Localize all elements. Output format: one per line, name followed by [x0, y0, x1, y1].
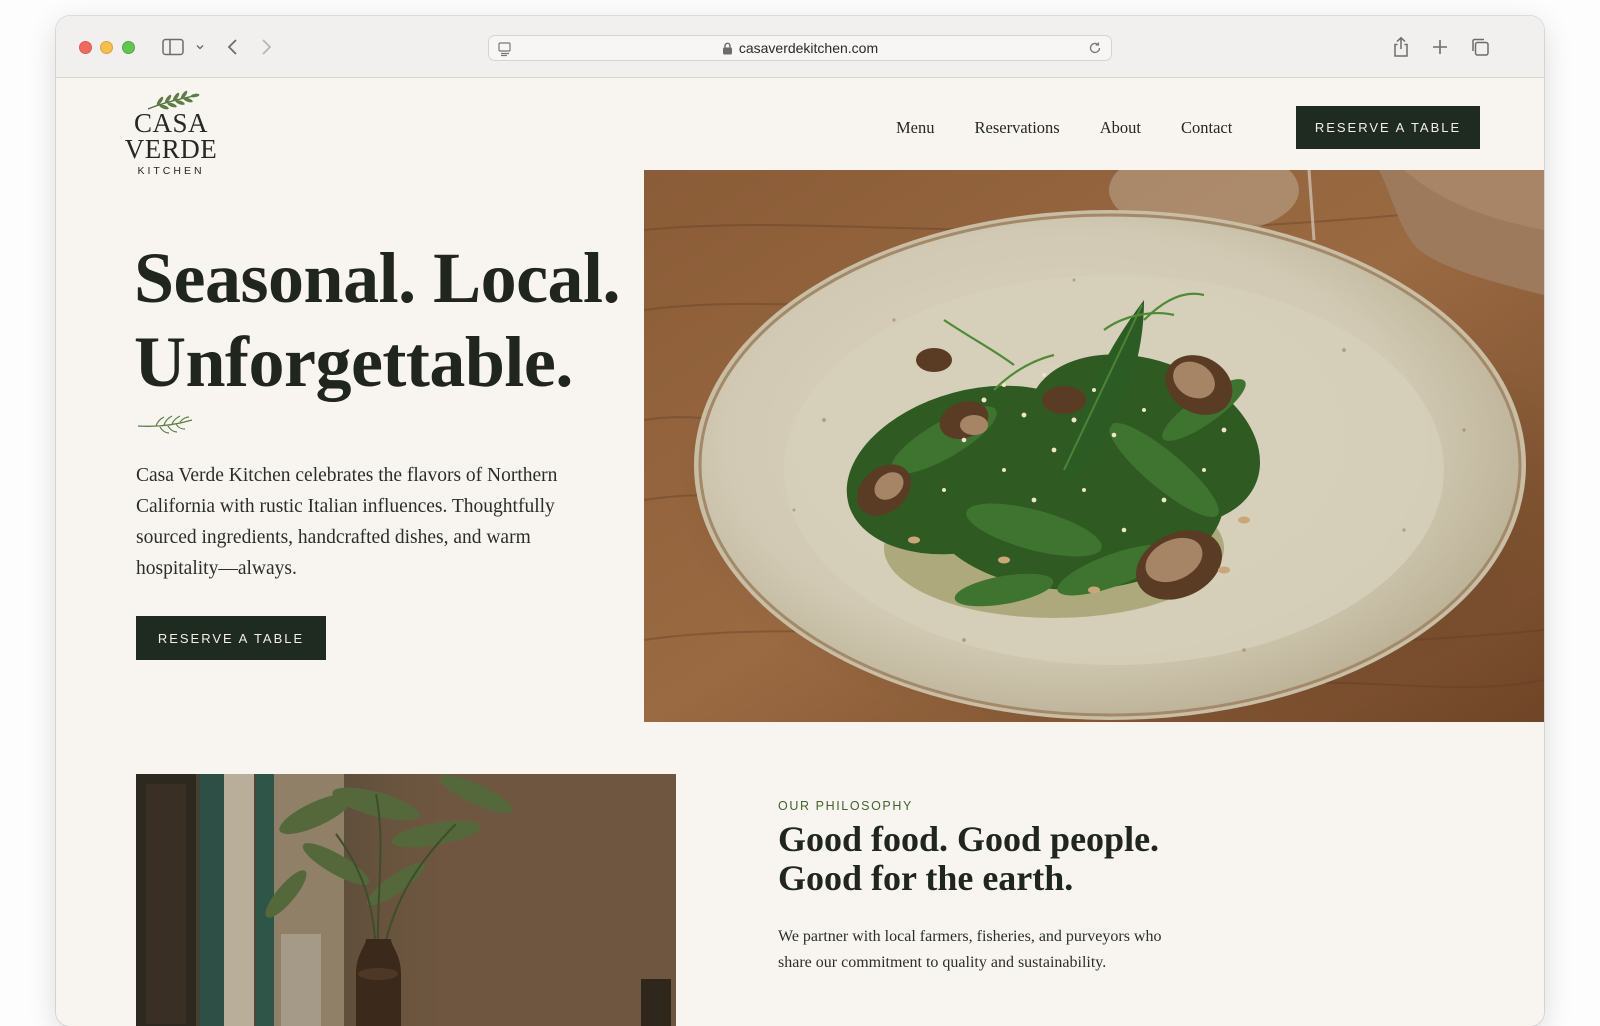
- chevron-down-icon[interactable]: [195, 36, 205, 58]
- hero-description: Casa Verde Kitchen celebrates the flavor…: [136, 465, 558, 579]
- hero-reserve-button[interactable]: RESERVE A TABLE: [136, 616, 326, 660]
- brand-logo[interactable]: CASA VERDE KITCHEN: [96, 90, 246, 177]
- share-icon[interactable]: [1392, 36, 1410, 58]
- brand-subtitle: KITCHEN: [137, 165, 205, 177]
- nav-link-menu[interactable]: Menu: [896, 118, 935, 138]
- address-bar[interactable]: casaverdekitchen.com: [488, 35, 1112, 61]
- hero-title-line-1: Seasonal. Local.: [134, 238, 621, 318]
- brand-name: CASA VERDE: [124, 108, 218, 164]
- philosophy-title-line-1: Good food. Good people.: [778, 819, 1160, 859]
- nav-link-about[interactable]: About: [1100, 118, 1141, 138]
- nav-reserve-button[interactable]: RESERVE A TABLE: [1296, 106, 1480, 149]
- interior-photo: [136, 774, 676, 1026]
- zoom-window-button[interactable]: [122, 41, 135, 54]
- nav-link-reservations[interactable]: Reservations: [975, 118, 1060, 138]
- reload-icon[interactable]: [1087, 40, 1103, 61]
- browser-toolbar: casaverdekitchen.com: [56, 16, 1544, 78]
- browser-window: casaverdekitchen.com CASA VERDE KITCHEN …: [56, 16, 1544, 1026]
- philosophy-title-line-2: Good for the earth.: [778, 858, 1074, 898]
- philosophy-description: We partner with local farmers, fisheries…: [778, 928, 1162, 971]
- tabs-overview-icon[interactable]: [1470, 36, 1490, 58]
- lock-icon: [722, 42, 733, 55]
- close-window-button[interactable]: [79, 41, 92, 54]
- forward-icon[interactable]: [259, 36, 273, 58]
- web-page: CASA VERDE KITCHEN Menu Reservations Abo…: [56, 78, 1544, 1026]
- minimize-window-button[interactable]: [100, 41, 113, 54]
- hero-title: Seasonal. Local. Unforgettable.: [134, 236, 654, 404]
- philosophy-title: Good food. Good people. Good for the ear…: [778, 820, 1298, 898]
- new-tab-icon[interactable]: [1431, 36, 1449, 58]
- sidebar-icon[interactable]: [162, 36, 184, 58]
- url-text: casaverdekitchen.com: [738, 40, 879, 56]
- philosophy-eyebrow: OUR PHILOSOPHY: [778, 799, 913, 813]
- hero-dish-photo: [644, 170, 1544, 722]
- nav-link-contact[interactable]: Contact: [1181, 118, 1232, 138]
- hero-title-line-2: Unforgettable.: [134, 322, 573, 402]
- page-icon[interactable]: [497, 41, 513, 62]
- olive-branch-divider-icon: [137, 415, 193, 434]
- main-nav: Menu Reservations About Contact: [896, 118, 1272, 138]
- back-icon[interactable]: [226, 36, 240, 58]
